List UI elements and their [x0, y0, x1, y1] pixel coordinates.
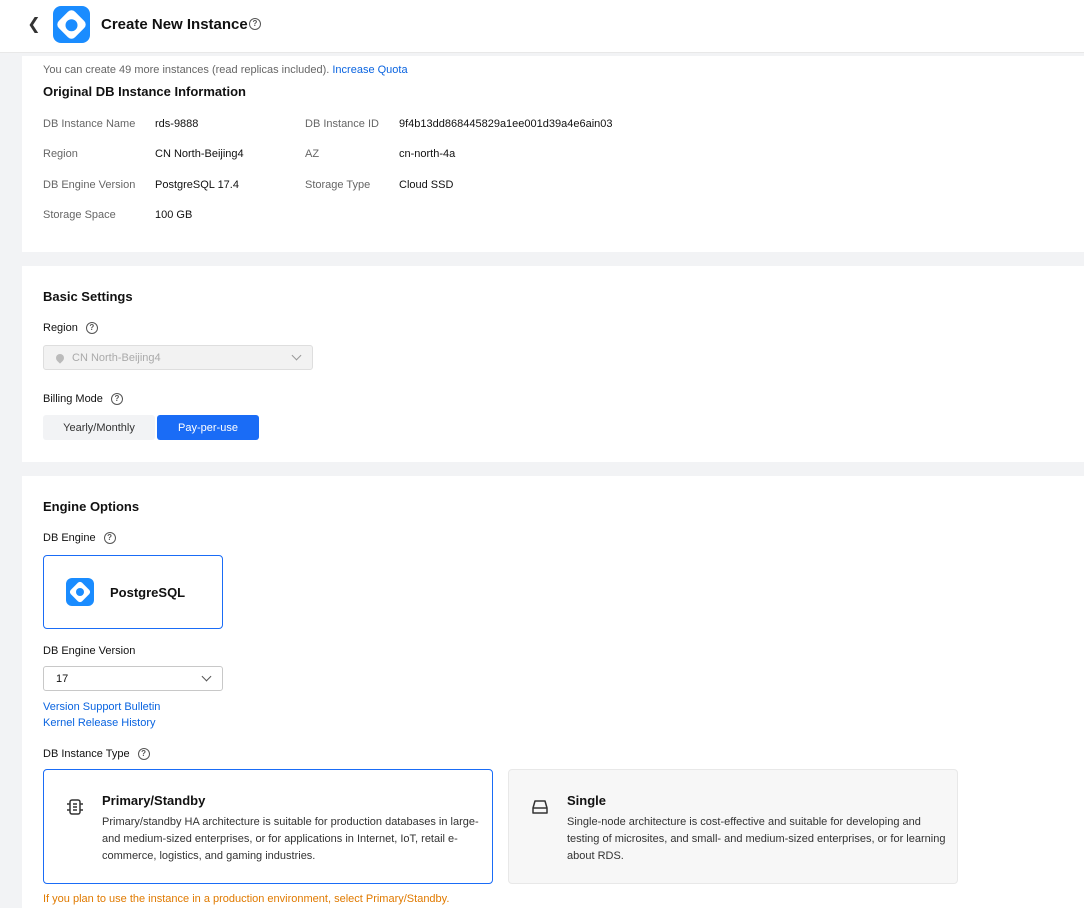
production-warning: If you plan to use the instance in a pro… — [43, 893, 450, 905]
info-label: AZ — [305, 148, 320, 160]
chevron-down-icon — [201, 671, 212, 682]
help-icon[interactable]: ? — [110, 393, 123, 405]
db-instance-type-label-text: DB Instance Type — [43, 748, 130, 760]
increase-quota-link[interactable]: Increase Quota — [332, 64, 407, 76]
engine-version-value: 17 — [56, 672, 69, 685]
info-value: PostgreSQL 17.4 — [155, 179, 239, 191]
info-value: cn-north-4a — [399, 148, 456, 160]
db-engine-label-text: DB Engine — [43, 532, 96, 544]
info-value: 100 GB — [155, 209, 193, 221]
db-engine-label: DB Engine ? — [43, 532, 116, 544]
info-value: rds-9888 — [155, 118, 199, 130]
engine-version-select[interactable]: 17 — [43, 666, 223, 691]
basic-settings-card: Basic Settings Region ? CN North-Beijing… — [22, 266, 1084, 462]
db-engine-version-label: DB Engine Version — [43, 645, 135, 657]
info-label: DB Engine Version — [43, 179, 136, 191]
original-instance-card: You can create 49 more instances (read r… — [22, 56, 1084, 252]
region-select-value: CN North-Beijing4 — [72, 351, 161, 364]
info-label: Region — [43, 148, 78, 160]
instance-type-title: Primary/Standby — [102, 793, 206, 808]
instance-type-description: Primary/standby HA architecture is suita… — [102, 816, 479, 862]
basic-settings-title: Basic Settings — [43, 289, 133, 304]
engine-options-card: Engine Options DB Engine ? PostgreSQL DB… — [22, 476, 1084, 908]
info-label: DB Instance ID — [305, 118, 379, 130]
region-select: CN North-Beijing4 — [43, 345, 313, 370]
engine-option-postgresql[interactable]: PostgreSQL — [43, 555, 223, 629]
info-value: Cloud SSD — [399, 179, 454, 191]
primary-standby-icon — [67, 799, 83, 815]
help-icon[interactable]: ? — [103, 532, 116, 544]
instance-type-single[interactable]: Single Single-node architecture is cost-… — [508, 769, 958, 884]
instance-type-title: Single — [567, 793, 607, 808]
info-value: CN North-Beijing4 — [155, 148, 244, 160]
info-label: Storage Type — [305, 179, 371, 191]
original-info-title: Original DB Instance Information — [43, 84, 246, 99]
help-icon[interactable]: ? — [85, 322, 98, 334]
db-instance-type-label: DB Instance Type ? — [43, 748, 150, 760]
quota-notice: You can create 49 more instances (read r… — [43, 64, 408, 76]
instance-type-primary-standby[interactable]: Primary/Standby Primary/standby HA archi… — [43, 769, 493, 884]
rds-logo-icon — [53, 6, 90, 43]
info-value: 9f4b13dd868445829a1ee001d39a4e6ain03 — [399, 118, 613, 130]
chevron-down-icon — [291, 350, 302, 361]
single-node-icon — [532, 800, 548, 814]
version-support-bulletin-link[interactable]: Version Support Bulletin — [43, 701, 160, 713]
quota-text: You can create 49 more instances (read r… — [43, 64, 330, 76]
billing-mode-label-text: Billing Mode — [43, 393, 103, 405]
db-engine-version-label-text: DB Engine Version — [43, 645, 136, 657]
engine-options-title: Engine Options — [43, 499, 140, 514]
location-pin-icon — [54, 351, 66, 364]
page-title: Create New Instance — [101, 16, 248, 33]
billing-pay-per-use-button[interactable]: Pay-per-use — [157, 415, 259, 440]
help-icon[interactable]: ? — [249, 18, 261, 30]
info-label: Storage Space — [43, 209, 116, 221]
billing-mode-label: Billing Mode ? — [43, 393, 123, 405]
billing-yearly-monthly-button[interactable]: Yearly/Monthly — [43, 415, 155, 440]
help-icon[interactable]: ? — [137, 748, 150, 760]
region-label: Region ? — [43, 322, 98, 334]
page-header: ❮ Create New Instance ? — [0, 0, 1084, 53]
region-label-text: Region — [43, 322, 78, 334]
postgresql-logo-icon — [66, 578, 94, 606]
billing-mode-selector: Yearly/Monthly Pay-per-use — [43, 415, 259, 440]
info-label: DB Instance Name — [43, 118, 136, 130]
back-arrow-icon[interactable]: ❮ — [24, 14, 44, 34]
engine-name: PostgreSQL — [110, 584, 186, 600]
kernel-release-history-link[interactable]: Kernel Release History — [43, 717, 156, 729]
instance-type-description: Single-node architecture is cost-effecti… — [567, 816, 946, 862]
